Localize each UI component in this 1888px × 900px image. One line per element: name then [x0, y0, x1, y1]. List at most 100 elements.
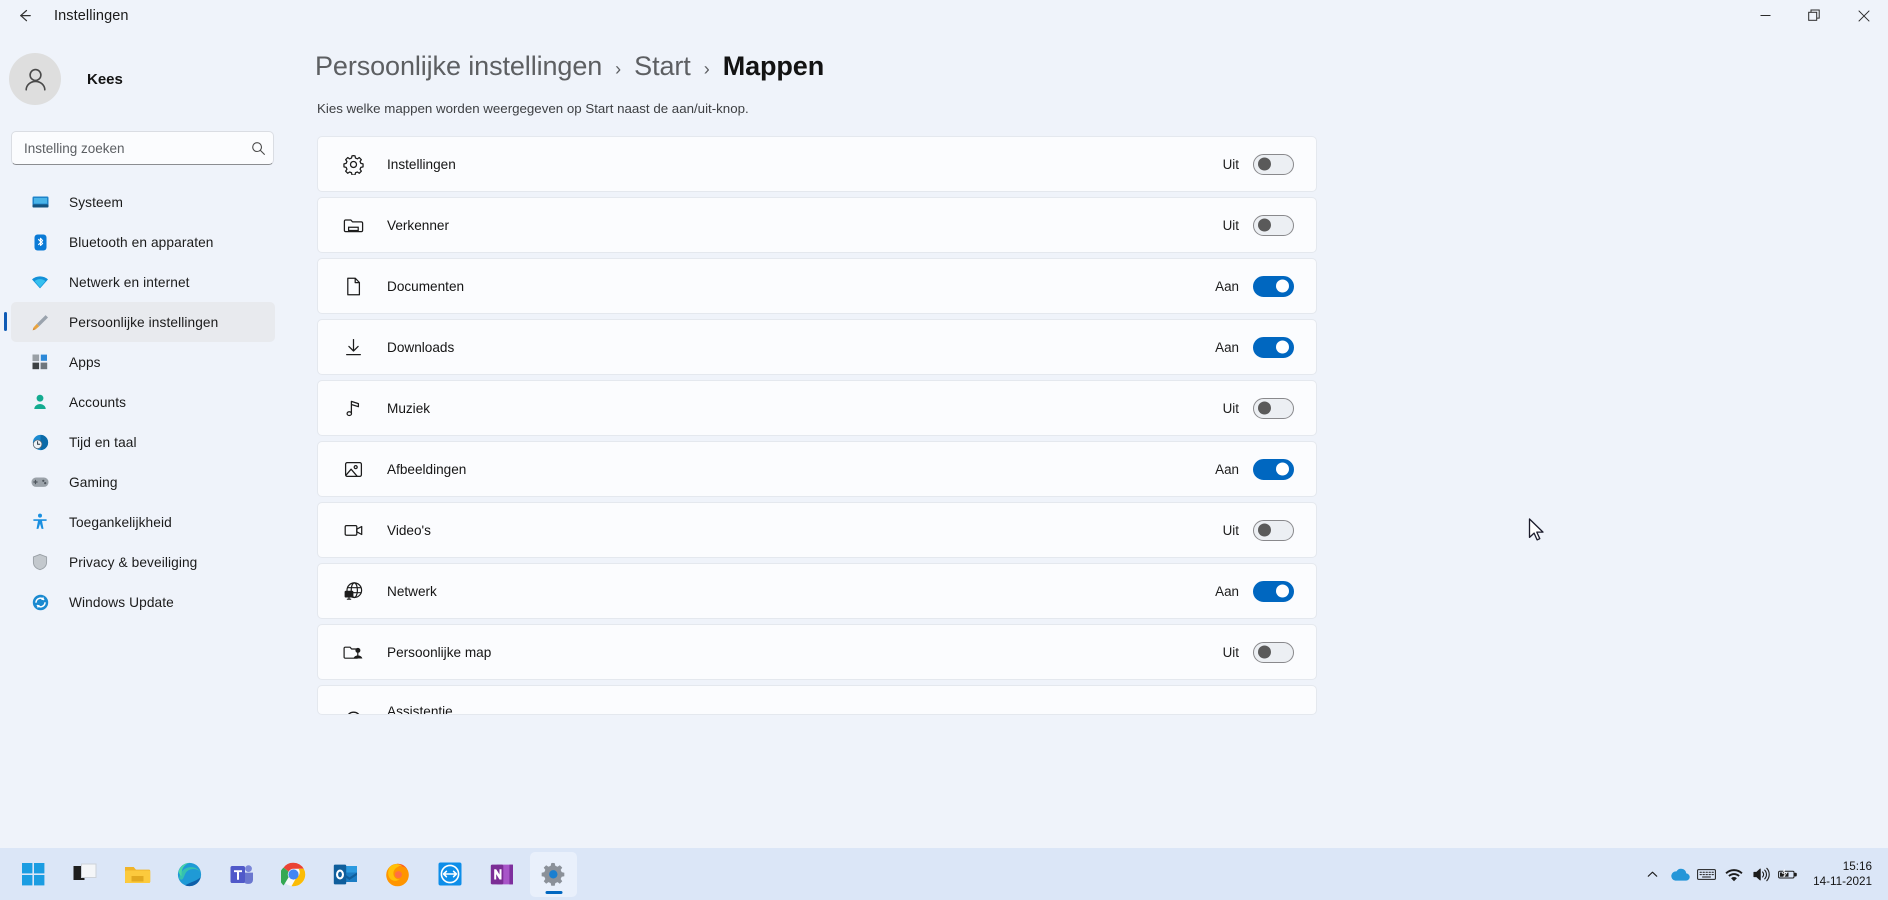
sidebar-item-label: Systeem	[69, 194, 123, 210]
taskbar: 15:16 14-11-2021	[0, 848, 1888, 900]
settings-window: Instellingen Kees Instelling zoeken Syst…	[0, 0, 1888, 900]
toggle-state-label: Uit	[1222, 522, 1239, 538]
setting-row-label: Afbeeldingen	[387, 461, 467, 477]
breadcrumb-separator: ›	[703, 59, 710, 79]
sidebar-item-systeem[interactable]: Systeem	[11, 182, 275, 222]
sidebar-item-label: Windows Update	[69, 594, 174, 610]
sidebar-nav: Systeem Bluetooth en apparaten Netwerk e…	[0, 182, 285, 622]
folder-icon	[340, 212, 366, 238]
window-controls	[1741, 0, 1888, 31]
sidebar-item-tijd-en-taal[interactable]: Tijd en taal	[11, 422, 275, 462]
sidebar-item-gaming[interactable]: Gaming	[11, 462, 275, 502]
user-profile[interactable]: Kees	[0, 43, 285, 115]
toggle-netwerk[interactable]	[1253, 580, 1294, 602]
update-icon	[28, 590, 52, 614]
setting-row-documenten[interactable]: Documenten Aan	[317, 258, 1317, 314]
microsoft-teams[interactable]	[218, 852, 265, 897]
active-indicator	[545, 890, 562, 894]
setting-row-muziek[interactable]: Muziek Uit	[317, 380, 1317, 436]
toggle-verkenner[interactable]	[1253, 214, 1294, 236]
profile-name: Kees	[87, 70, 123, 88]
breadcrumb-separator: ›	[615, 59, 622, 79]
sidebar-item-label: Bluetooth en apparaten	[69, 234, 214, 250]
system-tray: 15:16 14-11-2021	[1639, 848, 1888, 900]
teamviewer[interactable]	[426, 852, 473, 897]
network-globe-icon	[340, 578, 366, 604]
keyboard-icon[interactable]	[1693, 848, 1720, 900]
setting-row-instellingen[interactable]: Instellingen Uit	[317, 136, 1317, 192]
sidebar-item-label: Toegankelijkheid	[69, 514, 172, 530]
assist-icon	[340, 704, 366, 714]
toggle-muziek[interactable]	[1253, 397, 1294, 419]
setting-row-netwerk[interactable]: Netwerk Aan	[317, 563, 1317, 619]
setting-row-label: Video's	[387, 522, 431, 538]
microsoft-outlook[interactable]	[322, 852, 369, 897]
gear-icon	[340, 151, 366, 177]
toggle-documenten[interactable]	[1253, 275, 1294, 297]
wifi-icon[interactable]	[1720, 848, 1747, 900]
file-explorer[interactable]	[114, 852, 161, 897]
monitor-icon	[28, 190, 52, 214]
microsoft-edge[interactable]	[166, 852, 213, 897]
toggle-persoonlijke-map[interactable]	[1253, 641, 1294, 663]
back-button[interactable]	[6, 0, 42, 31]
sidebar-item-netwerk-en-internet[interactable]: Netwerk en internet	[11, 262, 275, 302]
search-input[interactable]	[12, 140, 243, 156]
volume-icon[interactable]	[1747, 848, 1774, 900]
restore-button[interactable]	[1790, 0, 1839, 31]
onedrive-icon[interactable]	[1666, 848, 1693, 900]
minimize-button[interactable]	[1741, 0, 1790, 31]
sidebar-item-windows-update[interactable]: Windows Update	[11, 582, 275, 622]
chevron-up-icon[interactable]	[1639, 848, 1666, 900]
battery-icon[interactable]	[1774, 848, 1801, 900]
setting-row-videos[interactable]: Video's Uit	[317, 502, 1317, 558]
sidebar-item-apps[interactable]: Apps	[11, 342, 275, 382]
main-content: Persoonlijke instellingen › Start › Mapp…	[285, 31, 1888, 848]
apps-icon	[28, 350, 52, 374]
close-button[interactable]	[1839, 0, 1888, 31]
window-title: Instellingen	[54, 7, 129, 24]
toggle-state-label: Aan	[1215, 278, 1239, 294]
setting-row-label: Netwerk	[387, 583, 437, 599]
setting-row-label: Downloads	[387, 339, 455, 355]
sidebar-item-label: Privacy & beveiliging	[69, 554, 198, 570]
toggle-instellingen[interactable]	[1253, 153, 1294, 175]
setting-row-assistentie[interactable]: Assistentie	[317, 685, 1317, 715]
toggle-videos[interactable]	[1253, 519, 1294, 541]
sidebar-item-label: Apps	[69, 354, 101, 370]
toggle-downloads[interactable]	[1253, 336, 1294, 358]
search-box[interactable]	[11, 131, 274, 165]
toggle-state-label: Uit	[1222, 400, 1239, 416]
clock[interactable]: 15:16 14-11-2021	[1813, 859, 1872, 889]
google-chrome[interactable]	[270, 852, 317, 897]
sidebar-item-persoonlijke-instellingen[interactable]: Persoonlijke instellingen	[4, 302, 275, 342]
taskbar-apps	[10, 851, 582, 897]
mozilla-firefox[interactable]	[374, 852, 421, 897]
video-camera-icon	[340, 517, 366, 543]
sidebar-item-bluetooth-en-apparaten[interactable]: Bluetooth en apparaten	[11, 222, 275, 262]
sidebar-item-label: Accounts	[69, 394, 127, 410]
search-icon	[243, 141, 273, 156]
breadcrumb-link-persoonlijke-instellingen[interactable]: Persoonlijke instellingen	[315, 51, 602, 82]
image-icon	[340, 456, 366, 482]
music-note-icon	[340, 395, 366, 421]
toggle-afbeeldingen[interactable]	[1253, 458, 1294, 480]
toggle-state-label: Uit	[1222, 644, 1239, 660]
sidebar-item-accounts[interactable]: Accounts	[11, 382, 275, 422]
setting-row-downloads[interactable]: Downloads Aan	[317, 319, 1317, 375]
clock-date: 14-11-2021	[1813, 875, 1872, 888]
task-view-button[interactable]	[62, 852, 109, 897]
gamepad-icon	[28, 470, 52, 494]
breadcrumb-link-start[interactable]: Start	[634, 51, 691, 82]
title-bar: Instellingen	[0, 0, 1888, 31]
setting-row-label: Instellingen	[387, 156, 456, 172]
setting-row-afbeeldingen[interactable]: Afbeeldingen Aan	[317, 441, 1317, 497]
start-button[interactable]	[10, 852, 57, 897]
setting-row-label: Muziek	[387, 400, 431, 416]
sidebar-item-toegankelijkheid[interactable]: Toegankelijkheid	[11, 502, 275, 542]
microsoft-onenote[interactable]	[478, 852, 525, 897]
sidebar-item-privacy-beveiliging[interactable]: Privacy & beveiliging	[11, 542, 275, 582]
setting-row-verkenner[interactable]: Verkenner Uit	[317, 197, 1317, 253]
setting-row-persoonlijke-map[interactable]: Persoonlijke map Uit	[317, 624, 1317, 680]
settings[interactable]	[530, 851, 577, 897]
